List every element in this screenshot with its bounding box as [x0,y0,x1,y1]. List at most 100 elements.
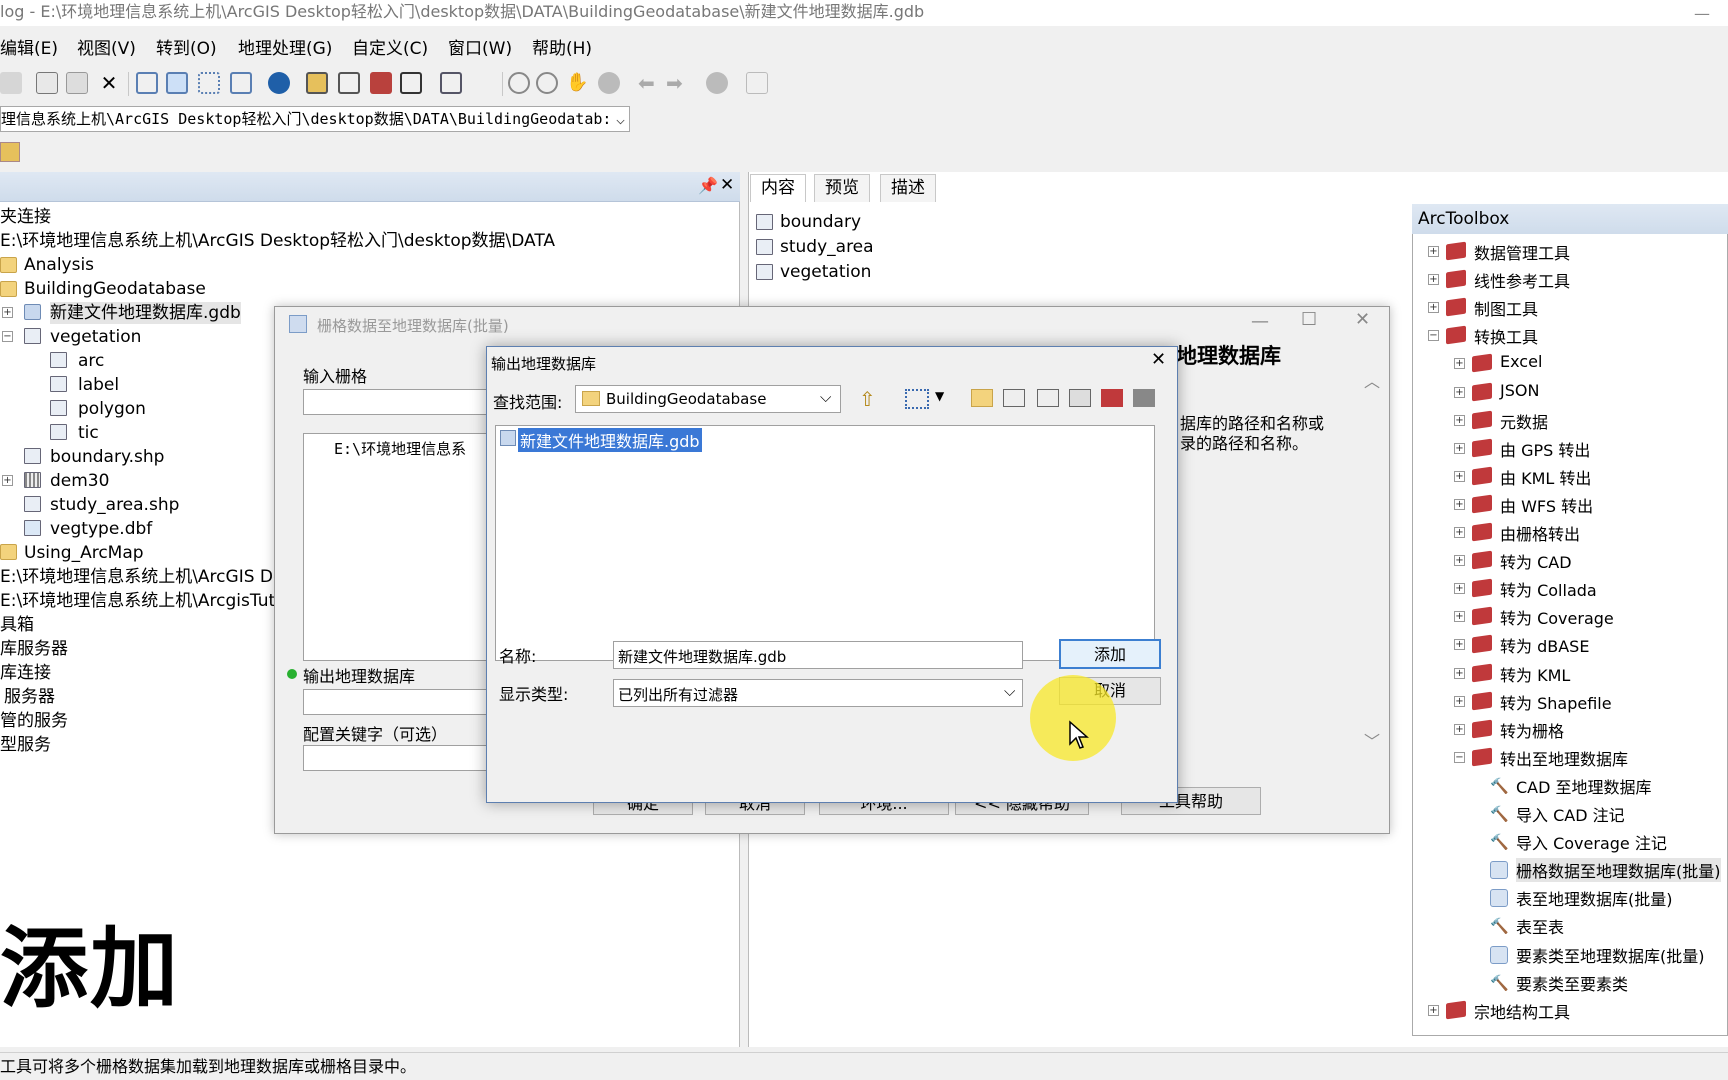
scroll-up-icon[interactable]: ︿ [1364,368,1380,392]
tree-item-database-connections[interactable]: 库连接 [0,662,51,684]
pin-icon[interactable]: 📌 [698,176,718,195]
tree-item-connection-2[interactable]: E:\环境地理信息系统上机\ArcGIS De [0,566,283,588]
chevron-down-icon[interactable]: ⌵ [616,107,625,131]
show-type-combobox[interactable]: 已列出所有过滤器 ⌵ [613,679,1023,707]
toolbox-item[interactable]: 表至表 [1516,914,1564,938]
menu-edit[interactable]: 编辑(E) [0,34,58,59]
toolbox-item[interactable]: 导入 Coverage 注记 [1516,830,1667,854]
tree-item-toolboxes[interactable]: 具箱 [0,614,34,636]
toolbox-item[interactable]: 宗地结构工具 [1474,999,1570,1023]
tree-item-using-arcmap[interactable]: Using_ArcMap [24,542,144,564]
toolbox-item[interactable]: Excel [1500,352,1542,371]
menu-geoprocessing[interactable]: 地理处理(G) [238,34,332,59]
minimize-icon[interactable]: — [1251,311,1269,332]
toolbox-item[interactable]: 转为栅格 [1500,718,1564,742]
tree-item-arc[interactable]: arc [78,350,104,372]
zoom-out-icon[interactable] [536,72,558,94]
toolbox-item[interactable]: 表至地理数据库(批量) [1516,886,1673,910]
toolbox-item[interactable]: 转为 dBASE [1500,633,1589,657]
zoom-in-icon[interactable] [508,72,530,94]
content-item-boundary[interactable]: boundary [780,211,861,233]
new-gdb-icon[interactable] [1037,389,1059,407]
search-icon[interactable] [268,72,290,94]
chevron-down-icon[interactable]: ⌵ [1004,682,1015,700]
tree-item-hosted-services[interactable]: 管的服务 [0,710,68,732]
expand-icon[interactable]: + [1454,639,1465,651]
collapse-icon[interactable]: − [1454,751,1465,763]
expand-icon[interactable]: + [1454,470,1465,482]
add-button[interactable]: 添加 [1059,639,1161,669]
expand-icon[interactable]: + [1454,358,1465,370]
tree-item-analysis[interactable]: Analysis [24,254,94,276]
close-icon[interactable]: ✕ [720,175,734,195]
close-icon[interactable]: ✕ [1355,309,1370,330]
tree-item-polygon[interactable]: polygon [78,398,146,420]
minimize-button[interactable]: — [1694,4,1710,23]
tree-item-dem30[interactable]: dem30 [50,470,109,492]
toolbox-item[interactable]: 转为 KML [1500,662,1570,686]
view-menu-icon[interactable] [905,389,929,409]
python-window-icon[interactable] [400,72,422,94]
tree-item-connection-3[interactable]: E:\环境地理信息系统上机\ArcgisTut [0,590,275,612]
tree-item-folder-connections[interactable]: 夹连接 [0,206,51,228]
expand-icon[interactable]: + [1454,611,1465,623]
disconnect-folder-icon[interactable] [1003,389,1025,407]
tree-item-database-servers[interactable]: 库服务器 [0,638,68,660]
toolbox-item[interactable]: 转为 Shapefile [1500,690,1612,714]
config-keyword-field[interactable] [303,745,493,771]
expand-icon[interactable]: + [1454,555,1465,567]
expand-icon[interactable]: + [2,475,13,486]
menu-view[interactable]: 视图(V) [77,34,136,59]
browse-list[interactable]: 新建文件地理数据库.gdb [495,425,1155,661]
copy-icon[interactable] [36,72,58,94]
disconnect-icon[interactable] [0,72,22,94]
new-personal-gdb-icon[interactable] [1069,389,1091,407]
expand-icon[interactable]: + [1428,274,1439,286]
toolbox-item[interactable]: 栅格数据至地理数据库(批量) [1516,858,1721,883]
full-extent-icon[interactable] [598,72,620,94]
expand-icon[interactable]: + [1454,498,1465,510]
toolbox-item[interactable]: 转换工具 [1474,324,1538,348]
expand-icon[interactable]: + [1454,442,1465,454]
toolbox-item[interactable]: JSON [1500,381,1539,400]
menu-help[interactable]: 帮助(H) [532,34,592,59]
search-window-icon[interactable] [338,72,360,94]
toolbox-item[interactable]: 由 GPS 转出 [1500,437,1590,461]
expand-icon[interactable]: + [1454,414,1465,426]
toolbox-item[interactable]: 转为 CAD [1500,549,1572,573]
expand-icon[interactable]: + [1428,302,1439,314]
toolbox-item[interactable]: 元数据 [1500,409,1548,433]
maximize-icon[interactable]: ☐ [1301,309,1317,330]
tree-item-new-gdb[interactable]: 新建文件地理数据库.gdb [50,302,241,324]
expand-icon[interactable]: + [1454,583,1465,595]
close-icon[interactable]: ✕ [1151,349,1166,370]
catalog-tree-icon[interactable] [306,72,328,94]
expand-icon[interactable]: + [1454,667,1465,679]
expand-icon[interactable]: + [1428,1004,1439,1016]
tree-item-data-folder[interactable]: E:\环境地理信息系统上机\ArcGIS Desktop轻松入门\desktop… [0,230,555,252]
catalog-icon[interactable] [1133,389,1155,407]
collapse-icon[interactable]: − [1428,330,1439,342]
tree-item-vegetation[interactable]: vegetation [50,326,141,348]
menu-goto[interactable]: 转到(O) [156,34,217,59]
output-gdb-field[interactable] [303,689,493,715]
toolbox-item[interactable]: 由 WFS 转出 [1500,493,1593,517]
toolbox-item[interactable]: CAD 至地理数据库 [1516,774,1652,798]
tree-item-boundary-shp[interactable]: boundary.shp [50,446,164,468]
content-item-study-area[interactable]: study_area [780,236,874,258]
tree-item-ready-services[interactable]: 型服务 [0,734,51,756]
expand-icon[interactable]: + [1454,723,1465,735]
chevron-down-icon[interactable]: ⌵ [820,388,831,406]
tree-item-gis-servers[interactable]: 服务器 [4,686,55,708]
toolbox-item[interactable]: 由栅格转出 [1500,521,1580,545]
pan-icon[interactable]: ✋ [566,72,588,94]
name-input[interactable]: 新建文件地理数据库.gdb [613,641,1023,669]
location-combobox[interactable]: 理信息系统上机\ArcGIS Desktop轻松入门\desktop数据\DAT… [0,106,630,132]
expand-icon[interactable]: + [2,307,13,318]
expand-icon[interactable]: + [1428,246,1439,257]
identify-icon[interactable] [706,72,728,94]
thumbnails-icon[interactable] [230,72,252,94]
collapse-icon[interactable]: − [2,331,13,342]
large-icons-icon[interactable] [136,72,158,94]
input-raster-field[interactable] [303,389,493,415]
